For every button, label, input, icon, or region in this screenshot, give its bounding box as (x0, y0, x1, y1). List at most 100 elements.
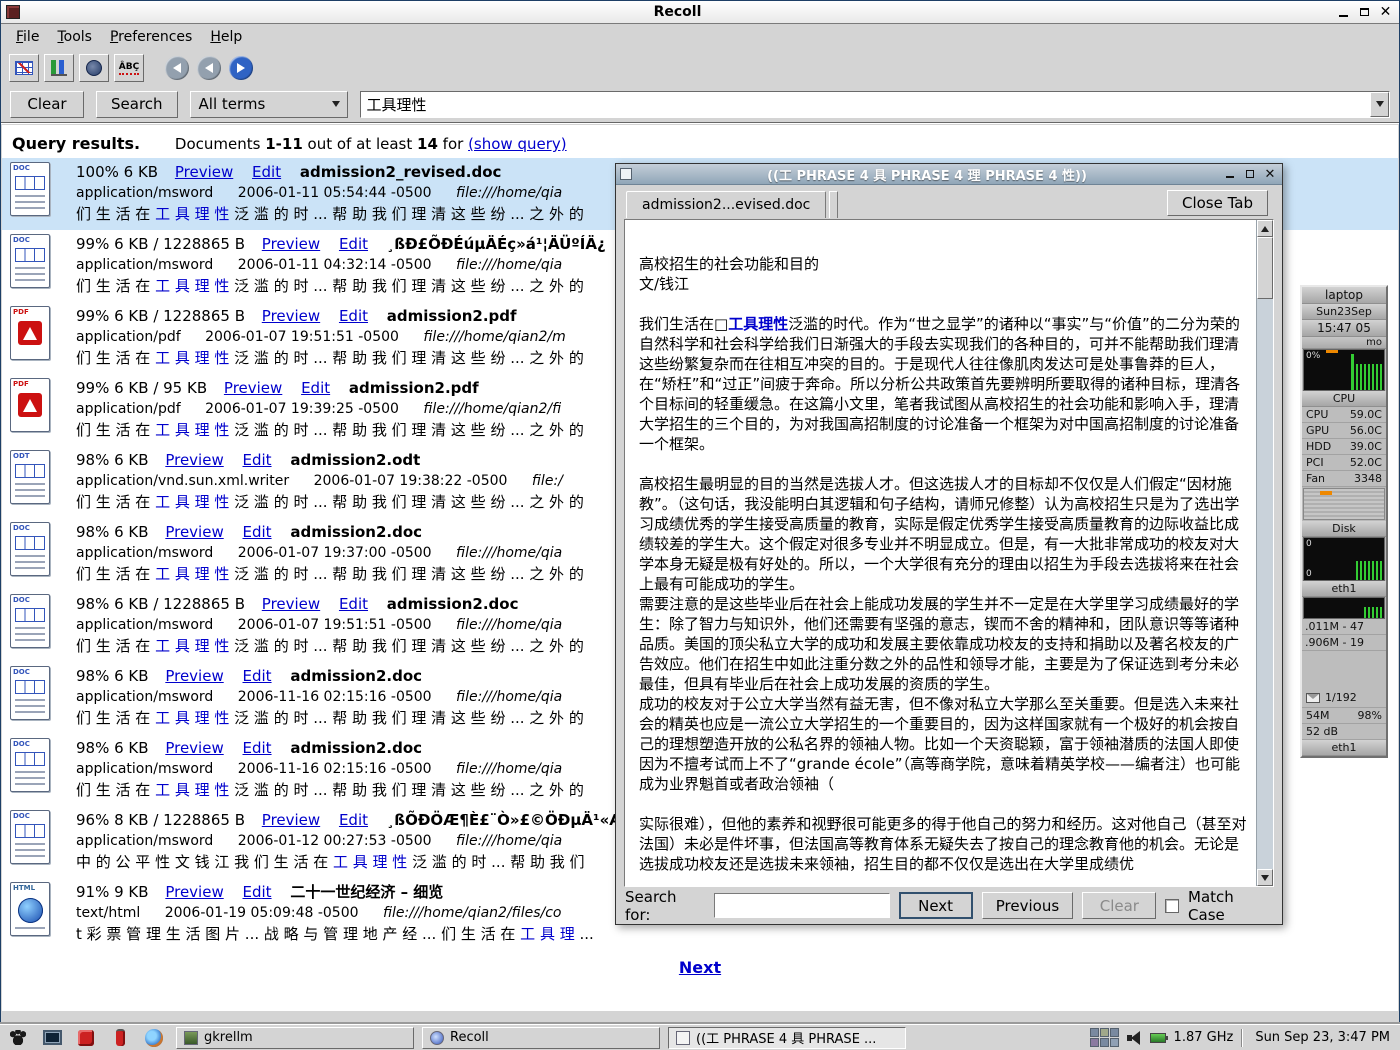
find-clear-button[interactable]: Clear (1082, 892, 1156, 919)
result-score: 91% 9 KB (76, 883, 149, 901)
preview-scrollbar[interactable] (1256, 220, 1273, 886)
disk-chart[interactable]: 0 0 (1303, 537, 1385, 581)
document-icon[interactable]: DOC (10, 593, 62, 662)
preview-link[interactable]: Preview (262, 595, 320, 613)
launcher-utility[interactable] (108, 1028, 132, 1048)
sensor-row: HDD39.0C (1302, 439, 1386, 455)
maximize-button[interactable] (1356, 5, 1373, 20)
search-button[interactable]: Search (96, 91, 178, 118)
scroll-up-button[interactable] (1257, 220, 1273, 237)
scrollbar-track[interactable] (1257, 299, 1273, 869)
document-icon[interactable]: DOC (10, 233, 62, 302)
edit-link[interactable]: Edit (339, 307, 368, 325)
net-chart[interactable] (1303, 597, 1385, 619)
recoll-titlebar[interactable]: Recoll ✕ (1, 1, 1399, 24)
preview-link[interactable]: Preview (165, 739, 223, 757)
find-input[interactable] (714, 893, 890, 918)
clear-search-button[interactable] (9, 54, 39, 82)
edit-link[interactable]: Edit (339, 235, 368, 253)
launcher-browser[interactable] (142, 1028, 166, 1048)
speaker-icon[interactable] (1127, 1031, 1142, 1044)
minimize-button[interactable] (1335, 5, 1352, 20)
gkrellm-monitor[interactable]: laptop Sun23Sep 15:47 05 mo 0% CPU CPU59… (1300, 285, 1388, 758)
edit-link[interactable]: Edit (243, 523, 272, 541)
edit-link[interactable]: Edit (243, 739, 272, 757)
launcher-package[interactable] (74, 1028, 98, 1048)
tray-applet-icons[interactable] (1090, 1028, 1119, 1047)
document-icon[interactable]: DOC (10, 809, 62, 878)
task-button[interactable]: Recoll (422, 1027, 660, 1049)
menu-help[interactable]: Help (201, 26, 251, 48)
mail-count: 1/192 (1325, 691, 1357, 705)
preview-link[interactable]: Preview (165, 523, 223, 541)
cpu-chart[interactable]: 0% (1303, 349, 1385, 391)
result-url: file:///home/qia (456, 833, 562, 849)
edit-link[interactable]: Edit (243, 451, 272, 469)
document-icon[interactable]: DOC (10, 737, 62, 806)
document-icon[interactable]: DOC (10, 521, 62, 590)
clear-button[interactable]: Clear (10, 91, 84, 118)
document-icon[interactable]: ODT (10, 449, 62, 518)
preview-tab[interactable]: admission2...evised.doc (626, 191, 826, 218)
edit-link[interactable]: Edit (339, 595, 368, 613)
find-previous-button[interactable]: Previous (982, 892, 1074, 919)
preview-link[interactable]: Preview (175, 163, 233, 181)
search-input[interactable] (361, 92, 1370, 117)
preview-link[interactable]: Preview (262, 307, 320, 325)
memory-row[interactable]: 54M98% (1302, 708, 1386, 724)
search-mode-select[interactable]: All terms (190, 91, 348, 118)
battery-icon[interactable] (1150, 1033, 1166, 1043)
document-icon[interactable]: DOC (10, 161, 62, 230)
edit-link[interactable]: Edit (252, 163, 281, 181)
krell-panel[interactable] (1303, 488, 1385, 520)
preview-link[interactable]: Preview (165, 883, 223, 901)
edit-link[interactable]: Edit (339, 811, 368, 829)
document-icon[interactable]: HTML (10, 881, 62, 950)
preview-minimize-button[interactable] (1222, 167, 1238, 181)
previous-page-button[interactable] (197, 56, 221, 80)
preview-link[interactable]: Preview (165, 667, 223, 685)
scrollbar-thumb[interactable] (1257, 237, 1273, 299)
preview-document[interactable]: 高校招生的社会功能和目的 文/钱江 我们生活在□工具理性泛滥的时代。作为“世之显… (625, 220, 1256, 886)
result-filename: admission2.doc (290, 667, 422, 685)
result-date: 2006-01-11 05:54:44 -0500 (238, 185, 432, 201)
clock[interactable]: Sun Sep 23, 3:47 PM (1251, 1030, 1394, 1045)
menu-file[interactable]: File (7, 26, 48, 48)
task-button[interactable]: ((工 PHRASE 4 具 PHRASE ... (668, 1027, 906, 1049)
launcher-terminal[interactable] (40, 1028, 64, 1048)
preview-link[interactable]: Preview (165, 451, 223, 469)
gkrellm-hostname[interactable]: laptop (1302, 287, 1386, 304)
separator (1, 122, 1399, 123)
task-button[interactable]: gkrellm (176, 1027, 414, 1049)
search-tool-button[interactable] (44, 54, 74, 82)
preview-link[interactable]: Preview (262, 235, 320, 253)
document-icon[interactable]: PDF (10, 377, 62, 446)
edit-link[interactable]: Edit (243, 667, 272, 685)
preview-maximize-button[interactable] (1242, 167, 1258, 181)
next-page-button[interactable] (229, 56, 253, 80)
preview-titlebar[interactable]: ((工 PHRASE 4 具 PHRASE 4 理 PHRASE 4 性)) ✕ (616, 164, 1282, 185)
preview-link[interactable]: Preview (262, 811, 320, 829)
result-url: file:///home/qian2/files/co (383, 905, 562, 921)
next-results-link[interactable]: Next (679, 958, 721, 977)
edit-link[interactable]: Edit (301, 379, 330, 397)
history-button[interactable] (79, 54, 109, 82)
preview-link[interactable]: Preview (224, 379, 282, 397)
show-query-link[interactable]: (show query) (468, 135, 567, 153)
query-history-dropdown[interactable] (1370, 92, 1389, 117)
document-icon[interactable]: PDF (10, 305, 62, 374)
scroll-down-button[interactable] (1257, 869, 1273, 886)
close-button[interactable]: ✕ (1377, 5, 1394, 20)
find-next-button[interactable]: Next (899, 892, 973, 919)
menu-preferences[interactable]: Preferences (101, 26, 201, 48)
close-tab-button[interactable]: Close Tab (1167, 190, 1268, 216)
preview-close-button[interactable]: ✕ (1262, 167, 1278, 181)
launcher-paw[interactable] (6, 1028, 30, 1048)
spell-button[interactable]: ÂBÇ (114, 54, 144, 82)
edit-link[interactable]: Edit (243, 883, 272, 901)
document-icon[interactable]: DOC (10, 665, 62, 734)
first-page-button[interactable] (165, 56, 189, 80)
mail-row[interactable]: 1/192 (1302, 689, 1386, 708)
menu-tools[interactable]: Tools (48, 26, 101, 48)
match-case-checkbox[interactable] (1165, 899, 1179, 913)
